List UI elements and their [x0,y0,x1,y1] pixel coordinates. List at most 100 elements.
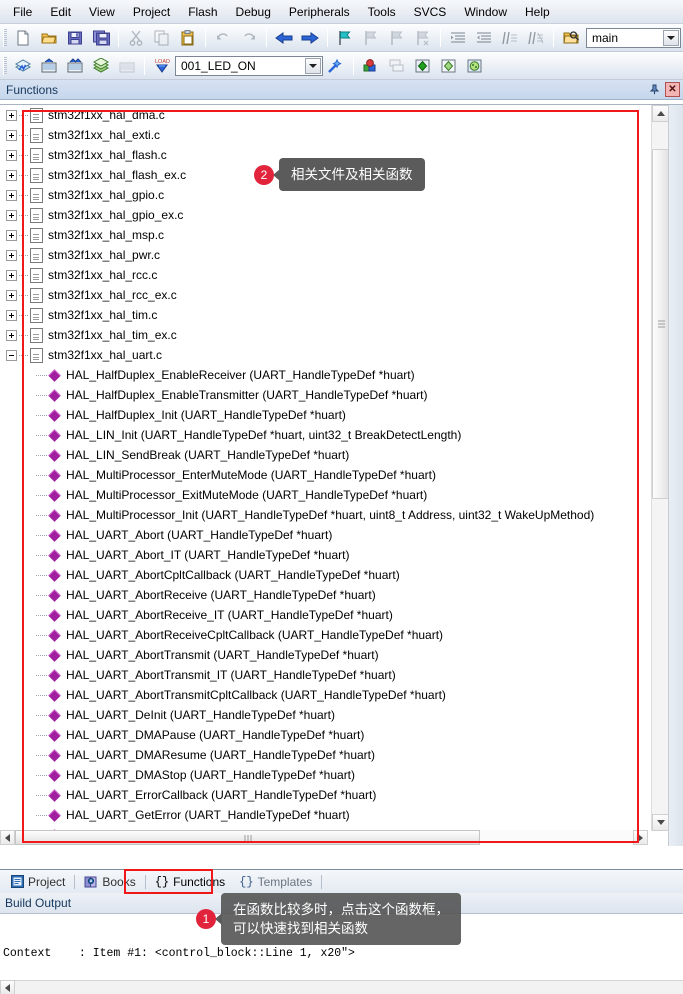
undo-icon[interactable] [211,26,235,49]
tree-function-row[interactable]: HAL_UART_DMAResume (UART_HandleTypeDef *… [6,745,648,765]
toolbar-grip[interactable] [3,56,7,75]
tab-books[interactable]: Books [77,872,142,892]
scroll-down-button[interactable] [652,814,669,831]
menu-item-window[interactable]: Window [455,2,516,22]
expand-icon[interactable] [6,129,17,141]
scroll-left-button[interactable] [0,980,15,994]
scroll-left-button[interactable] [0,830,15,845]
tree-function-row[interactable]: HAL_UART_ErrorCallback (UART_HandleTypeD… [6,785,648,805]
paste-icon[interactable] [176,26,200,49]
manage-run-time-env-icon[interactable] [411,54,435,77]
tree-function-row[interactable]: HAL_UART_Abort_IT (UART_HandleTypeDef *h… [6,545,648,565]
open-file-icon[interactable] [37,26,61,49]
chevron-down-icon[interactable] [305,57,321,74]
new-file-icon[interactable] [11,26,35,49]
save-all-icon[interactable] [89,26,113,49]
cut-icon[interactable] [124,26,148,49]
save-icon[interactable] [63,26,87,49]
find-in-files-icon[interactable] [559,26,583,49]
tree-function-row[interactable]: HAL_UART_AbortTransmit (UART_HandleTypeD… [6,645,648,665]
uncomment-icon[interactable] [524,26,548,49]
stop-build-icon[interactable] [115,54,139,77]
tree-function-row[interactable]: HAL_MultiProcessor_Init (UART_HandleType… [6,505,648,525]
target-combo[interactable]: 001_LED_ON [175,55,323,76]
tree-function-row[interactable]: HAL_UART_DMAPause (UART_HandleTypeDef *h… [6,725,648,745]
menu-item-peripherals[interactable]: Peripherals [280,2,359,22]
vertical-scroll-thumb[interactable] [652,149,669,499]
search-combo[interactable]: main [586,27,681,48]
tree-function-row[interactable]: HAL_UART_AbortTransmit_IT (UART_HandleTy… [6,665,648,685]
tree-function-row[interactable]: HAL_HalfDuplex_EnableTransmitter (UART_H… [6,385,648,405]
tree-function-row[interactable]: HAL_MultiProcessor_ExitMuteMode (UART_Ha… [6,485,648,505]
horizontal-scroll-thumb[interactable] [15,830,480,845]
tree-horizontal-scrollbar[interactable] [0,830,648,845]
expand-icon[interactable] [6,189,17,201]
scroll-right-button[interactable] [633,830,648,845]
tree-file-row[interactable]: stm32f1xx_hal_tim_ex.c [6,325,648,345]
expand-icon[interactable] [6,109,17,121]
tab-project[interactable]: Project [4,872,72,892]
horizontal-scroll-track[interactable] [15,830,633,845]
comment-icon[interactable] [498,26,522,49]
select-software-packs-icon[interactable] [437,54,461,77]
scroll-up-button[interactable] [652,105,669,122]
expand-icon[interactable] [6,169,17,181]
tree-function-row[interactable]: HAL_UART_AbortReceiveCpltCallback (UART_… [6,625,648,645]
tree-file-row[interactable]: stm32f1xx_hal_exti.c [6,125,648,145]
menu-item-flash[interactable]: Flash [179,2,226,22]
menu-item-edit[interactable]: Edit [41,2,80,22]
copy-icon[interactable] [150,26,174,49]
tree-function-row[interactable]: HAL_UART_Abort (UART_HandleTypeDef *huar… [6,525,648,545]
functions-tree-scroll-area[interactable]: stm32f1xx_hal_dma.c stm32f1xx_hal_exti.c s… [0,105,648,831]
expand-icon[interactable] [6,149,17,161]
batch-build-icon[interactable] [89,54,113,77]
menu-item-tools[interactable]: Tools [359,2,405,22]
tree-function-row[interactable]: HAL_UART_AbortTransmitCpltCallback (UART… [6,685,648,705]
outdent-icon[interactable] [472,26,496,49]
tree-file-row[interactable]: stm32f1xx_hal_uart.c [6,345,648,365]
expand-icon[interactable] [6,289,17,301]
manage-project-items-icon[interactable] [359,54,383,77]
tree-file-row[interactable]: stm32f1xx_hal_msp.c [6,225,648,245]
navigate-back-icon[interactable] [272,26,296,49]
tree-function-row[interactable]: HAL_UART_AbortReceive (UART_HandleTypeDe… [6,585,648,605]
tree-function-row[interactable]: HAL_HalfDuplex_Init (UART_HandleTypeDef … [6,405,648,425]
tree-file-row[interactable]: stm32f1xx_hal_tim.c [6,305,648,325]
translate-icon[interactable] [11,54,35,77]
tree-file-row[interactable]: stm32f1xx_hal_gpio_ex.c [6,205,648,225]
toolbar-grip[interactable] [3,28,7,47]
expand-icon[interactable] [6,229,17,241]
tree-file-row[interactable]: stm32f1xx_hal_rcc_ex.c [6,285,648,305]
target-options-wizard-icon[interactable] [324,54,348,77]
tab-functions[interactable]: {} Functions [148,872,232,892]
tree-function-row[interactable]: HAL_UART_GetError (UART_HandleTypeDef *h… [6,805,648,825]
collapse-icon[interactable] [6,349,17,361]
tree-function-row[interactable]: HAL_LIN_Init (UART_HandleTypeDef *huart,… [6,425,648,445]
build-output-horizontal-scrollbar[interactable] [0,980,683,994]
tree-function-row[interactable]: HAL_UART_DMAStop (UART_HandleTypeDef *hu… [6,765,648,785]
bookmark-next-icon[interactable] [385,26,409,49]
menu-item-view[interactable]: View [80,2,124,22]
bookmark-clear-icon[interactable] [411,26,435,49]
redo-icon[interactable] [237,26,261,49]
chevron-down-icon[interactable] [663,29,679,46]
expand-icon[interactable] [6,249,17,261]
indent-icon[interactable] [446,26,470,49]
menu-item-svcs[interactable]: SVCS [405,2,456,22]
rebuild-icon[interactable] [63,54,87,77]
tree-function-row[interactable]: HAL_UART_AbortCpltCallback (UART_HandleT… [6,565,648,585]
navigate-forward-icon[interactable] [298,26,322,49]
multi-project-icon[interactable] [463,54,487,77]
expand-icon[interactable] [6,309,17,321]
bookmark-toggle-icon[interactable] [333,26,357,49]
tree-vertical-scrollbar[interactable] [651,105,669,831]
tree-function-row[interactable]: HAL_UART_DeInit (UART_HandleTypeDef *hua… [6,705,648,725]
tree-function-row[interactable]: HAL_HalfDuplex_EnableReceiver (UART_Hand… [6,365,648,385]
pin-icon[interactable] [647,82,662,97]
download-icon[interactable]: LOAD [150,54,174,77]
tree-function-row[interactable]: HAL_UART_AbortReceive_IT (UART_HandleTyp… [6,605,648,625]
menu-item-help[interactable]: Help [516,2,559,22]
expand-icon[interactable] [6,329,17,341]
bookmark-prev-icon[interactable] [359,26,383,49]
tree-function-row[interactable]: HAL_MultiProcessor_EnterMuteMode (UART_H… [6,465,648,485]
